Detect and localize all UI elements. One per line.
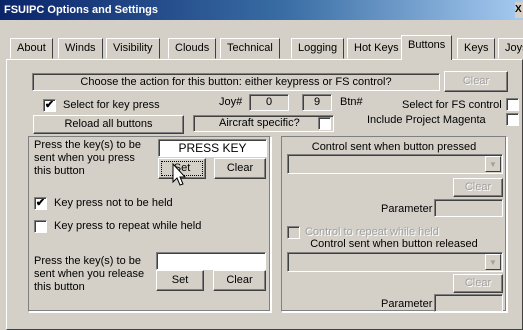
title-bar: FSUIPC Options and Settings X	[0, 0, 523, 20]
tab-clouds[interactable]: Clouds	[168, 38, 217, 59]
select-fs-control-label: Select for FS control	[402, 99, 502, 111]
tab-joysticks[interactable]: Joysticks	[498, 38, 523, 59]
not-held-label: Key press not to be held	[54, 197, 173, 209]
not-held-checkbox[interactable]: ✔	[34, 197, 47, 210]
window-title: FSUIPC Options and Settings	[4, 4, 159, 16]
joy-label: Joy#	[219, 96, 243, 108]
prompt-clear-button[interactable]: Clear	[444, 71, 508, 92]
release-keys-label: Press the key(s) to be sent when you rel…	[34, 255, 145, 293]
triangle-down-icon[interactable]: ▼	[485, 156, 501, 172]
tab-keys[interactable]: Keys	[457, 38, 496, 59]
select-key-press-checkbox[interactable]: ✔	[43, 99, 56, 112]
release-set-button[interactable]: Set	[156, 270, 204, 291]
tab-technical[interactable]: Technical	[220, 38, 280, 59]
press-keys-label: Press the key(s) to be sent when you pre…	[34, 139, 141, 177]
aircraft-specific-label: Aircraft specific?	[219, 117, 300, 129]
released-control-combo[interactable]	[287, 252, 503, 272]
repeat-held-checkbox[interactable]	[34, 220, 47, 233]
tab-visibility[interactable]: Visibility	[106, 38, 160, 59]
action-prompt: Choose the action for this button: eithe…	[32, 73, 440, 91]
repeat-held-label: Key press to repeat while held	[54, 220, 202, 232]
release-clear-button[interactable]: Clear	[213, 270, 266, 291]
parameter-field-2[interactable]	[434, 294, 503, 312]
released-clear-button[interactable]: Clear	[453, 274, 503, 293]
triangle-down-icon[interactable]: ▼	[485, 254, 501, 270]
project-magenta-checkbox[interactable]	[506, 113, 519, 126]
aircraft-specific-checkbox[interactable]	[318, 117, 331, 130]
parameter-label: Parameter	[381, 203, 433, 215]
joy-number-field: 0	[249, 94, 289, 111]
released-control-title: Control sent when button released	[310, 238, 478, 250]
tab-logging[interactable]: Logging	[291, 38, 345, 59]
parameter-field[interactable]	[434, 199, 503, 217]
btn-label: Btn#	[340, 96, 363, 108]
release-key-field[interactable]	[156, 252, 266, 270]
pressed-control-combo[interactable]	[287, 154, 503, 174]
tab-about[interactable]: About	[10, 38, 53, 59]
parameter-label-2: Parameter	[381, 298, 433, 310]
pressed-clear-button[interactable]: Clear	[453, 178, 503, 197]
pressed-control-title: Control sent when button pressed	[311, 141, 477, 153]
button-number-field: 9	[302, 94, 332, 111]
select-key-press-label: Select for key press	[63, 99, 160, 111]
reload-all-buttons-button[interactable]: Reload all buttons	[33, 115, 184, 134]
press-key-field[interactable]: PRESS KEY	[158, 139, 267, 157]
tab-hot-keys[interactable]: Hot Keys	[347, 38, 406, 59]
arrow-cursor-icon	[172, 163, 187, 186]
press-clear-button[interactable]: Clear	[214, 158, 266, 179]
close-icon[interactable]: X	[515, 2, 523, 18]
tab-buttons[interactable]: Buttons	[401, 35, 453, 60]
select-fs-control-checkbox[interactable]	[506, 98, 519, 111]
project-magenta-label: Include Project Magenta	[367, 114, 486, 126]
tab-winds[interactable]: Winds	[58, 38, 103, 59]
